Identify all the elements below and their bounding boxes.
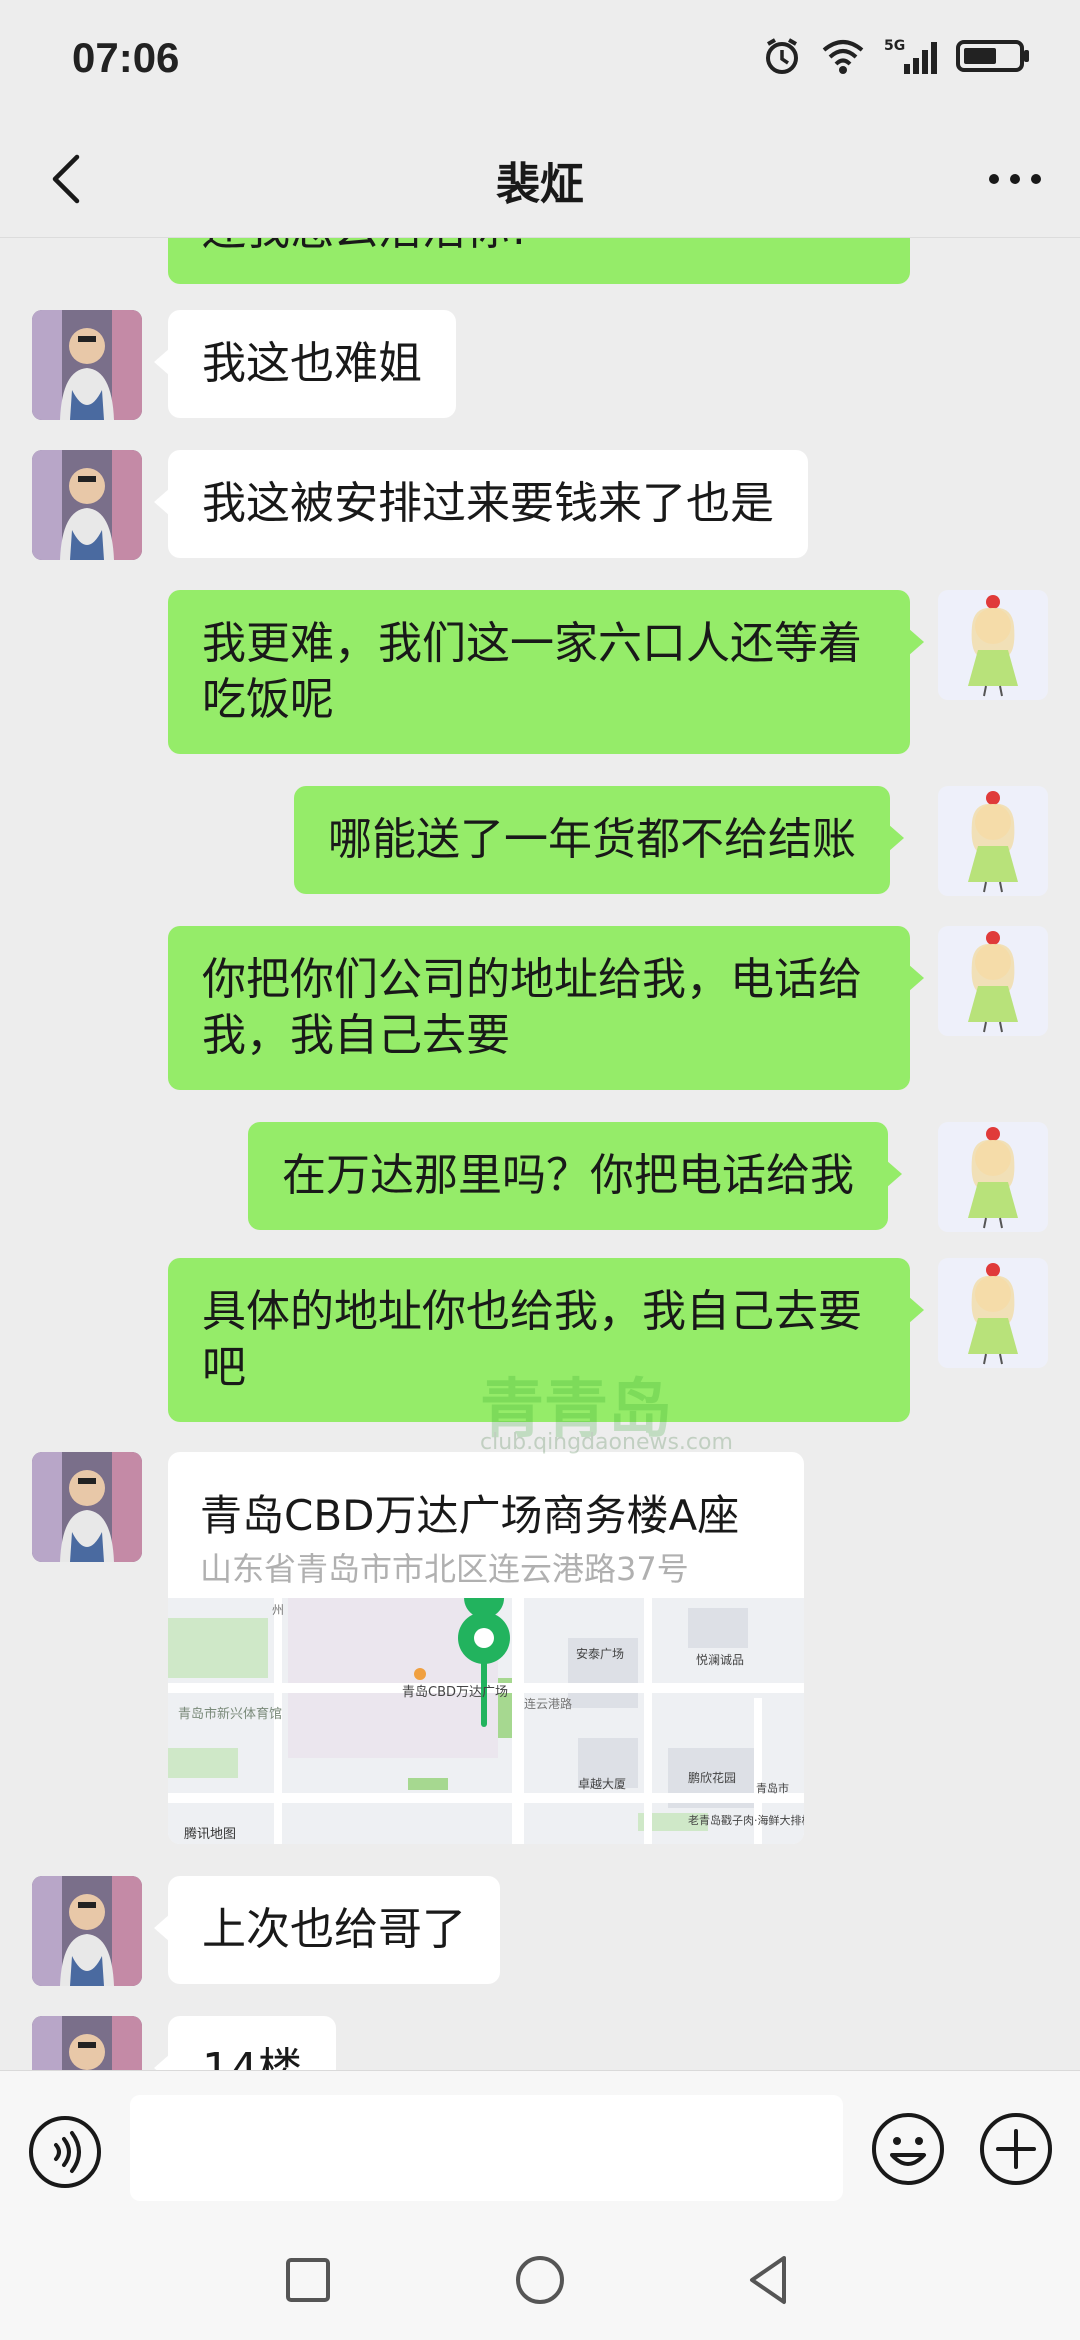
map-poi-zhuoyue: 卓越大厦 <box>578 1777 626 1791</box>
voice-button[interactable] <box>28 2115 102 2189</box>
more-button[interactable] <box>978 142 1052 216</box>
map-poi-pengxin: 鹏欣花园 <box>688 1770 736 1785</box>
message-input[interactable] <box>130 2095 843 2201</box>
contact-avatar[interactable] <box>32 310 142 420</box>
location-card[interactable]: 青岛CBD万达广场商务楼A座 山东省青岛市市北区连云港路37号 青岛CBD万达广… <box>168 1452 804 1844</box>
map-provider-logo: 腾讯地图 <box>184 1826 236 1842</box>
message-bubble[interactable]: 我这也难姐 <box>154 310 456 418</box>
map-road-zhou: 州 <box>272 1603 284 1617</box>
map-poi-qingdao: 青岛市 <box>756 1781 789 1795</box>
contact-avatar[interactable] <box>32 1876 142 1986</box>
message-bubble[interactable]: 我这被安排过来要钱来了也是 <box>154 450 808 558</box>
recents-button[interactable] <box>276 2248 340 2312</box>
location-map[interactable]: 青岛CBD万达广场 青岛市新兴体育馆 安泰广场 悦澜诚品 连云港路 卓越大厦 鹏… <box>168 1578 804 1844</box>
system-nav-bar <box>0 2218 1080 2340</box>
map-poi-gym: 青岛市新兴体育馆 <box>178 1706 282 1722</box>
my-avatar[interactable] <box>938 786 1048 896</box>
message-bubble[interactable]: 14楼 <box>154 2016 336 2070</box>
map-poi-main: 青岛CBD万达广场 <box>402 1684 508 1700</box>
message-bubble[interactable]: 还我怎么活活你! <box>168 238 910 284</box>
my-avatar[interactable] <box>938 1122 1048 1232</box>
circle-icon <box>516 2256 564 2304</box>
map-road: 连云港路 <box>524 1696 572 1711</box>
square-icon <box>286 2258 330 2302</box>
alarm-icon <box>762 36 802 76</box>
message-bubble[interactable]: 上次也给哥了 <box>154 1876 500 1984</box>
message-bubble[interactable]: 你把你们公司的地址给我，电话给我，我自己去要 <box>168 926 924 1090</box>
back-nav-button[interactable] <box>738 2248 802 2312</box>
contact-avatar[interactable] <box>32 1452 142 1562</box>
svg-text:5G: 5G <box>884 38 905 54</box>
my-avatar[interactable] <box>938 926 1048 1036</box>
signal-5g-icon: 5G <box>884 36 938 76</box>
map-poi-anta: 安泰广场 <box>576 1646 624 1661</box>
triangle-back-icon <box>750 2256 786 2304</box>
message-bubble[interactable]: 在万达那里吗？你把电话给我 <box>248 1122 902 1230</box>
contact-avatar[interactable] <box>32 450 142 560</box>
input-bar <box>0 2070 1080 2218</box>
battery-icon <box>956 36 1032 76</box>
message-bubble[interactable]: 哪能送了一年货都不给结账 <box>294 786 904 894</box>
home-button[interactable] <box>508 2248 572 2312</box>
message-bubble[interactable]: 具体的地址你也给我，我自己去要吧 <box>168 1258 924 1422</box>
location-address: 山东省青岛市市北区连云港路37号 <box>200 1550 689 1588</box>
chat-title: 裴炡 <box>496 159 584 210</box>
voice-icon <box>29 2116 101 2188</box>
map-poi-shop: 老青岛戳子肉·海鲜大排档 <box>688 1813 804 1827</box>
status-bar: 07:06 5G <box>0 0 1080 120</box>
contact-avatar[interactable] <box>32 2016 142 2070</box>
my-avatar[interactable] <box>938 590 1048 700</box>
chat-area[interactable]: 还我怎么活活你! 我这也难姐 我这被安排过来要钱来了也是 我更难，我们这一家六口… <box>0 238 1080 2070</box>
my-avatar[interactable] <box>938 1258 1048 1368</box>
status-icons: 5G <box>762 36 1032 76</box>
more-icon <box>989 174 1041 184</box>
map-poi-yuelan: 悦澜诚品 <box>696 1653 744 1667</box>
emoji-button[interactable] <box>870 2111 946 2187</box>
message-bubble[interactable]: 我更难，我们这一家六口人还等着吃饭呢 <box>168 590 924 754</box>
nav-bar: 裴炡 <box>0 120 1080 238</box>
wifi-icon <box>820 36 866 76</box>
emoji-icon <box>872 2113 944 2185</box>
plus-icon <box>980 2113 1052 2185</box>
location-name: 青岛CBD万达广场商务楼A座 <box>200 1491 740 1540</box>
status-time: 07:06 <box>72 34 180 81</box>
plus-button[interactable] <box>978 2111 1054 2187</box>
